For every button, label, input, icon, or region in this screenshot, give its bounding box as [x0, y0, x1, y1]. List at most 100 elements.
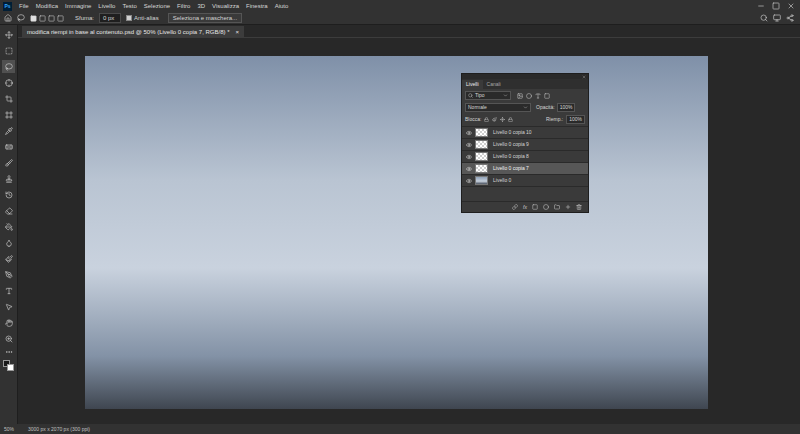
layer-row[interactable]: Livello 0 copia 9: [462, 139, 588, 151]
tool-button[interactable]: [2, 140, 15, 153]
lock-pixels-icon[interactable]: [484, 117, 489, 122]
more-tools-icon[interactable]: [5, 348, 13, 356]
layer-style-button[interactable]: fx: [523, 205, 527, 210]
lock-position-icon[interactable]: [500, 117, 505, 122]
tool-icon: [5, 159, 13, 167]
new-group-icon[interactable]: [554, 204, 560, 210]
menu-item[interactable]: Finestra: [243, 3, 271, 9]
intersect-selection-icon[interactable]: [57, 15, 64, 22]
tool-icon: [5, 111, 13, 119]
options-bar: Sfuma:0 pxAnti-aliasSeleziona e maschera…: [0, 12, 800, 25]
lock-paint-icon[interactable]: [492, 117, 497, 122]
tool-button[interactable]: [2, 204, 15, 217]
menu-item[interactable]: Livello: [95, 3, 118, 9]
layer-row[interactable]: Livello 0 copia 10: [462, 127, 588, 139]
menu-item[interactable]: Visualizza: [209, 3, 242, 9]
filter-shape-icon[interactable]: [544, 93, 550, 99]
tool-icon: [5, 207, 13, 215]
photo[interactable]: [85, 56, 708, 409]
layer-thumbnail: [475, 176, 488, 185]
layers-panel[interactable]: LivelliCanaliTipoNormaleOpacità:100%Bloc…: [461, 73, 589, 213]
subtract-selection-icon[interactable]: [48, 15, 55, 22]
search-icon[interactable]: [760, 14, 768, 22]
tool-icon: [5, 303, 13, 311]
app-logo: Ps: [3, 2, 12, 11]
visibility-eye-icon[interactable]: [466, 130, 472, 136]
tool-button[interactable]: [2, 60, 15, 73]
visibility-eye-icon[interactable]: [466, 142, 472, 148]
select-mask-button[interactable]: Seleziona e maschera...: [168, 13, 242, 23]
antialias-checkbox[interactable]: Anti-alias: [126, 15, 159, 21]
blend-mode-select[interactable]: Normale: [465, 103, 531, 112]
panel-tab[interactable]: Canali: [483, 80, 505, 89]
tool-icon: [5, 79, 13, 87]
layer-thumbnail: [475, 152, 488, 161]
tool-button[interactable]: [2, 156, 15, 169]
filter-adjust-icon[interactable]: [526, 93, 532, 99]
layer-thumbnail: [475, 128, 488, 137]
close-icon[interactable]: [787, 2, 795, 10]
link-layers-icon[interactable]: [512, 204, 518, 210]
color-swatches[interactable]: [3, 360, 15, 372]
home-icon[interactable]: [4, 14, 12, 22]
add-mask-icon[interactable]: [532, 204, 538, 210]
new-selection-icon[interactable]: [30, 15, 37, 22]
lasso-icon[interactable]: [17, 14, 25, 22]
tool-button[interactable]: [2, 92, 15, 105]
layer-row[interactable]: Livello 0 copia 8: [462, 151, 588, 163]
adjustment-layer-icon[interactable]: [543, 204, 549, 210]
opacity-input[interactable]: 100%: [557, 103, 576, 112]
delete-layer-icon[interactable]: [576, 204, 582, 210]
tool-icon: [5, 191, 13, 199]
minimize-icon[interactable]: [757, 2, 765, 10]
tool-button[interactable]: [2, 252, 15, 265]
tool-button[interactable]: [2, 316, 15, 329]
menu-item[interactable]: Testo: [119, 3, 139, 9]
tool-button[interactable]: [2, 124, 15, 137]
panel-close-icon[interactable]: [582, 75, 586, 79]
tool-button[interactable]: [2, 108, 15, 121]
layer-row[interactable]: Livello 0: [462, 175, 588, 187]
zoom-level[interactable]: 50%: [4, 427, 14, 432]
menu-item[interactable]: Modifica: [33, 3, 61, 9]
tool-button[interactable]: [2, 28, 15, 41]
maximize-icon[interactable]: [772, 2, 780, 10]
menu-item[interactable]: Aiuto: [272, 3, 292, 9]
visibility-eye-icon[interactable]: [466, 154, 472, 160]
tool-icon: [5, 223, 13, 231]
filter-type-icon[interactable]: [535, 93, 541, 99]
layer-name: Livello 0 copia 7: [493, 166, 529, 171]
menu-item[interactable]: Filtro: [174, 3, 193, 9]
tool-button[interactable]: [2, 76, 15, 89]
lock-all-icon[interactable]: [508, 117, 513, 122]
tool-button[interactable]: [2, 220, 15, 233]
visibility-eye-icon[interactable]: [466, 178, 472, 184]
share-icon[interactable]: [786, 14, 794, 22]
tool-button[interactable]: [2, 172, 15, 185]
feather-input[interactable]: 0 px: [99, 13, 121, 23]
panel-tab[interactable]: Livelli: [462, 80, 483, 89]
fill-input[interactable]: 100%: [566, 115, 585, 124]
dropdown-icon: [503, 93, 508, 98]
filter-pixel-icon[interactable]: [517, 93, 523, 99]
tool-button[interactable]: [2, 300, 15, 313]
visibility-eye-icon[interactable]: [466, 166, 472, 172]
workspace-icon[interactable]: [773, 14, 781, 22]
add-selection-icon[interactable]: [39, 15, 46, 22]
menu-item[interactable]: File: [16, 3, 32, 9]
menu-item[interactable]: 3D: [194, 3, 208, 9]
menu-item[interactable]: Immagine: [62, 3, 94, 9]
tab-close-button[interactable]: ×: [236, 29, 240, 35]
tool-button[interactable]: [2, 236, 15, 249]
layer-filter-select[interactable]: Tipo: [465, 91, 511, 100]
document-tab[interactable]: modifica riempi in base al contenuto.psd…: [22, 26, 244, 37]
tool-button[interactable]: [2, 44, 15, 57]
menu-item[interactable]: Selezione: [141, 3, 173, 9]
new-layer-icon[interactable]: [565, 204, 571, 210]
tool-button[interactable]: [2, 268, 15, 281]
tool-button[interactable]: [2, 188, 15, 201]
layer-row[interactable]: Livello 0 copia 7: [462, 163, 588, 175]
tool-button[interactable]: [2, 332, 15, 345]
layer-thumbnail: [475, 164, 488, 173]
tool-button[interactable]: [2, 284, 15, 297]
